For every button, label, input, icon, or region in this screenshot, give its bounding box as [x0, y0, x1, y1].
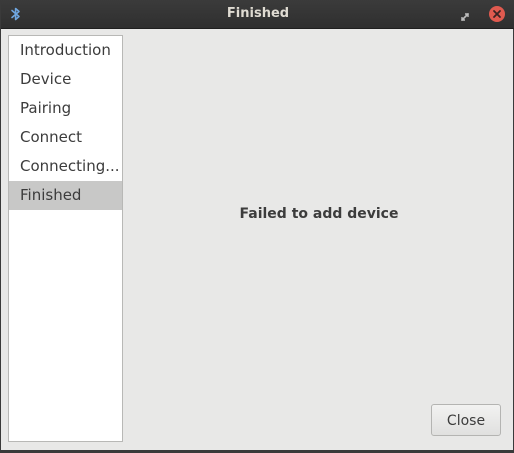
sidebar-item-finished[interactable]: Finished	[9, 181, 122, 210]
window-title: Finished	[226, 6, 290, 21]
status-message: Failed to add device	[239, 206, 399, 222]
close-button[interactable]: Close	[431, 404, 501, 436]
sidebar-item-introduction[interactable]: Introduction	[9, 36, 122, 65]
sidebar-item-pairing[interactable]: Pairing	[9, 94, 122, 123]
wizard-window: Finished Introduction Device Pairing Con…	[0, 0, 514, 453]
restore-icon[interactable]	[459, 8, 471, 21]
steps-sidebar: Introduction Device Pairing Connect Conn…	[8, 35, 123, 442]
sidebar-item-connecting[interactable]: Connecting...	[9, 152, 122, 181]
close-icon[interactable]	[489, 6, 505, 22]
sidebar-item-device[interactable]: Device	[9, 65, 122, 94]
title-bar[interactable]: Finished	[1, 0, 514, 29]
sidebar-item-connect[interactable]: Connect	[9, 123, 122, 152]
main-content: Failed to add device Close	[124, 29, 514, 450]
